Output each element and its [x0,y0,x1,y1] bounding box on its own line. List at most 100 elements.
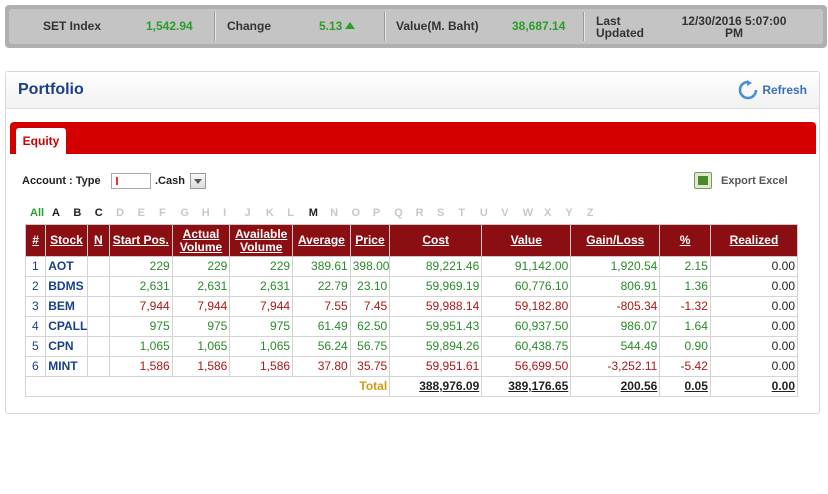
export-excel-button[interactable]: Export Excel [721,175,788,187]
header-line: Volume [179,239,223,254]
cell-average: 7.55 [292,296,351,317]
cell-value: 60,937.50 [481,316,572,337]
account-number-input[interactable] [111,173,151,189]
table-row[interactable]: 2 BDMS 2,631 2,631 2,631 22.79 23.10 59,… [24,276,799,297]
account-type-select[interactable]: .Cash [155,173,185,189]
cell-start-pos: 7,944 [108,296,173,317]
column-header-num[interactable]: # [24,224,47,257]
total-value: 389,176.65 [481,376,572,397]
market-ticker-bar: SET Index 1,542.94 Change 5.13 Value(M. … [5,5,827,48]
cell-price: 56.75 [349,336,391,357]
cell-realized: 0.00 [709,256,799,277]
portfolio-table: # Stock N Start Pos. Actual Volume Availa… [24,224,799,397]
account-type-dropdown-button[interactable] [190,173,206,189]
excel-icon[interactable] [694,172,712,189]
column-header-average[interactable]: Average [292,224,351,257]
up-arrow-icon [345,22,356,29]
cell-n [86,336,110,357]
alpha-filter-c[interactable]: C [95,207,116,219]
alpha-filter-x: X [543,207,552,219]
alpha-filter-g: G [180,207,189,219]
total-realized: 0.00 [709,376,799,397]
cell-actual-volume: 7,944 [171,296,231,317]
alpha-filter-a[interactable]: A [52,207,73,219]
excel-icon-glyph [698,176,708,185]
cell-n [86,276,110,297]
column-header-stock[interactable]: Stock [45,224,88,257]
cell-pct: 2.15 [659,256,711,277]
cell-stock[interactable]: MINT [45,356,88,377]
alpha-filter-m[interactable]: M [309,207,330,219]
cell-gain-loss: -3,252.11 [570,356,661,377]
column-header-price[interactable]: Price [349,224,391,257]
table-row[interactable]: 4 CPALL 975 975 975 61.49 62.50 59,951.4… [24,316,799,337]
header-line: Available [235,226,288,241]
alpha-filter-all[interactable]: All [30,207,52,219]
cell-available-volume: 7,944 [229,296,294,317]
cell-price: 398.00 [349,256,391,277]
table-row[interactable]: 5 CPN 1,065 1,065 1,065 56.24 56.75 59,8… [24,336,799,357]
cell-num: 5 [24,336,47,357]
cell-average: 37.80 [292,356,351,377]
cell-available-volume: 2,631 [229,276,294,297]
cell-start-pos: 1,065 [108,336,173,357]
table-row[interactable]: 3 BEM 7,944 7,944 7,944 7.55 7.45 59,988… [24,296,799,317]
cell-stock[interactable]: BDMS [45,276,88,297]
column-header-actual-volume[interactable]: Actual Volume [171,224,231,257]
cell-average: 389.61 [292,256,351,277]
cell-n [86,356,110,377]
tab-equity[interactable]: Equity [16,128,66,154]
cell-value: 91,142.00 [481,256,572,277]
last-updated-label-line2: Updated [596,26,644,40]
table-row[interactable]: 1 AOT 229 229 229 389.61 398.00 89,221.4… [24,256,799,277]
alpha-filter-y: Y [565,207,573,219]
cell-stock[interactable]: CPN [45,336,88,357]
alpha-filter-i: I [223,207,227,219]
cell-cost: 59,894.26 [389,336,483,357]
column-header-gain-loss[interactable]: Gain/Loss [570,224,661,257]
cell-value: 59,182.80 [481,296,572,317]
alpha-filter-b[interactable]: B [73,207,94,219]
change-value-group: 5.13 [319,9,356,44]
cell-cost: 59,988.14 [389,296,483,317]
cell-actual-volume: 1,586 [171,356,231,377]
cell-realized: 0.00 [709,356,799,377]
cell-realized: 0.00 [709,336,799,357]
cell-cost: 59,969.19 [389,276,483,297]
total-label: Total [24,376,391,397]
cell-pct: 1.36 [659,276,711,297]
cell-stock[interactable]: AOT [45,256,88,277]
column-header-cost[interactable]: Cost [389,224,483,257]
column-header-realized[interactable]: Realized [709,224,799,257]
alpha-filter-e: E [137,207,145,219]
cell-available-volume: 1,586 [229,356,294,377]
alpha-filter-l: L [287,207,295,219]
header-line: Actual [182,226,220,241]
column-header-n[interactable]: N [86,224,110,257]
cell-cost: 89,221.46 [389,256,483,277]
cell-num: 1 [24,256,47,277]
cell-average: 56.24 [292,336,351,357]
change-value: 5.13 [319,19,343,33]
column-header-value[interactable]: Value [481,224,572,257]
chevron-down-icon [194,179,202,184]
column-header-available-volume[interactable]: Available Volume [229,224,294,257]
value-label: Value(M. Baht) [396,19,479,33]
panel-header: Portfolio Refresh [6,72,819,109]
cell-value: 60,438.75 [481,336,572,357]
column-header-start-pos[interactable]: Start Pos. [108,224,173,257]
alpha-filter-r: R [415,207,424,219]
table-row[interactable]: 6 MINT 1,586 1,586 1,586 37.80 35.75 59,… [24,356,799,377]
cell-available-volume: 1,065 [229,336,294,357]
cell-actual-volume: 975 [171,316,231,337]
set-index-value: 1,542.94 [146,19,193,33]
cell-stock[interactable]: BEM [45,296,88,317]
alpha-filter-d: D [116,207,125,219]
column-header-pct[interactable]: % [659,224,711,257]
alpha-filter-h: H [201,207,210,219]
cell-pct: -1.32 [659,296,711,317]
refresh-button[interactable]: Refresh [739,80,807,100]
cell-stock[interactable]: CPALL [45,316,88,337]
cell-average: 61.49 [292,316,351,337]
cell-price: 62.50 [349,316,391,337]
